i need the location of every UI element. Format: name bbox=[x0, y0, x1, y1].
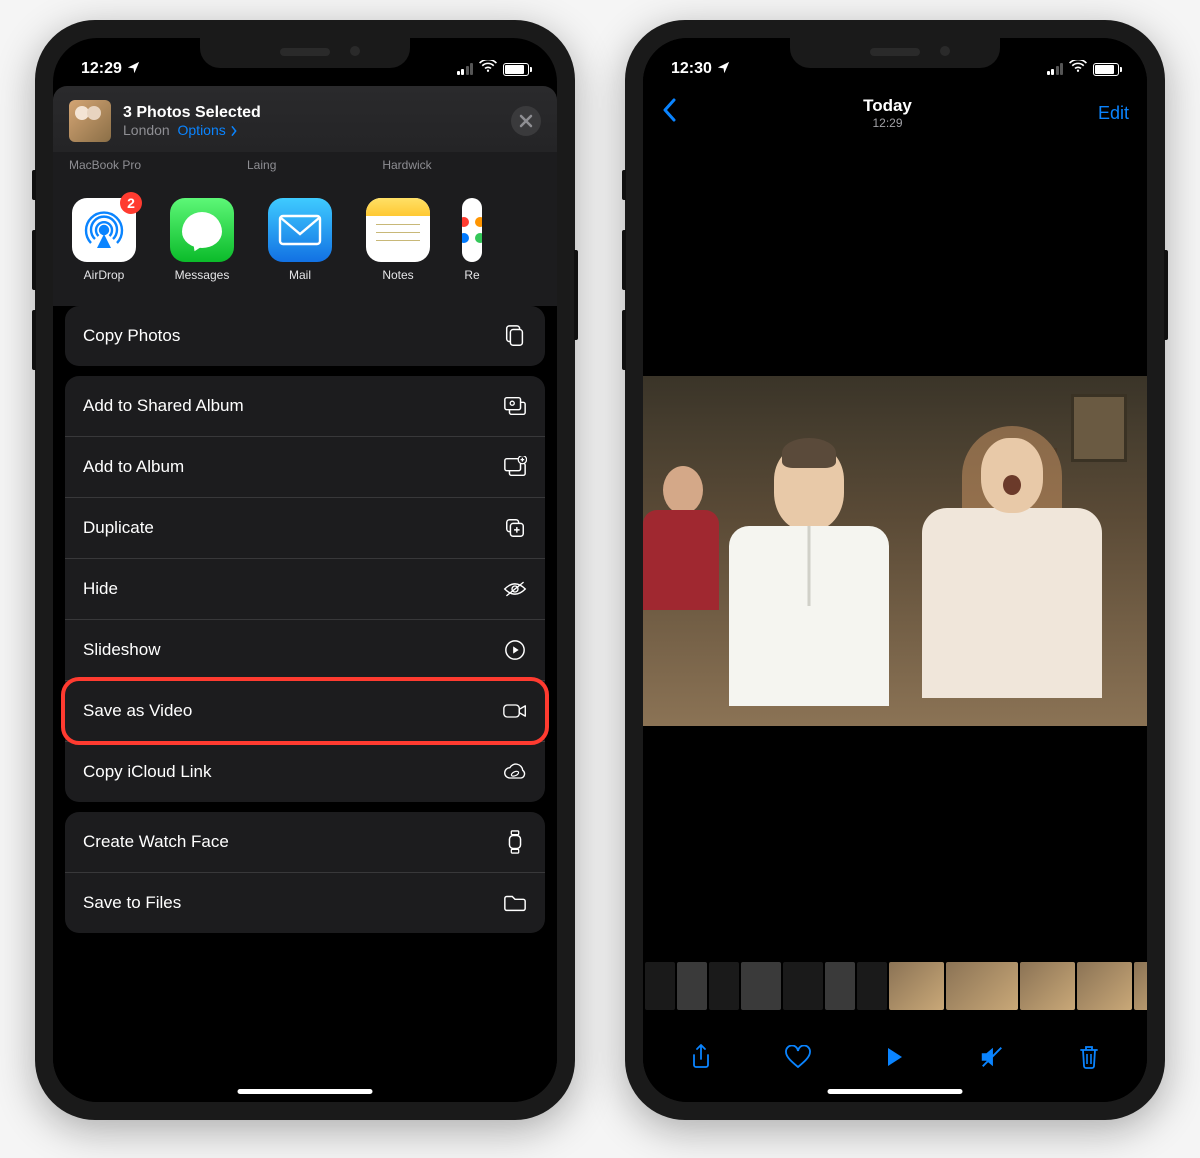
app-airdrop[interactable]: 2 AirDrop bbox=[69, 198, 139, 282]
action-duplicate[interactable]: Duplicate bbox=[65, 498, 545, 559]
edit-button[interactable]: Edit bbox=[1098, 103, 1129, 124]
action-add-shared-album[interactable]: Add to Shared Album bbox=[65, 376, 545, 437]
action-slideshow[interactable]: Slideshow bbox=[65, 620, 545, 681]
add-album-icon bbox=[503, 455, 527, 479]
watch-icon bbox=[503, 830, 527, 854]
battery-icon bbox=[503, 63, 529, 76]
status-time: 12:30 bbox=[671, 60, 712, 78]
share-thumbnail bbox=[69, 100, 111, 142]
play-circle-icon bbox=[503, 638, 527, 662]
action-hide[interactable]: Hide bbox=[65, 559, 545, 620]
hide-icon bbox=[503, 577, 527, 601]
thumbnail-strip[interactable] bbox=[643, 962, 1147, 1014]
airdrop-targets-row: MacBook Pro Laing Hardwick bbox=[53, 152, 557, 182]
signal-icon bbox=[1047, 63, 1064, 75]
copy-icon bbox=[503, 324, 527, 348]
app-reminders[interactable]: Re bbox=[461, 198, 483, 282]
video-icon bbox=[503, 699, 527, 723]
home-indicator[interactable] bbox=[238, 1089, 373, 1094]
thumb[interactable] bbox=[889, 962, 944, 1010]
share-app-row: 2 AirDrop Messages Mail bbox=[53, 182, 557, 306]
badge: 2 bbox=[120, 192, 142, 214]
action-add-album[interactable]: Add to Album bbox=[65, 437, 545, 498]
thumb[interactable] bbox=[1020, 962, 1075, 1010]
thumb[interactable] bbox=[783, 962, 823, 1010]
app-notes[interactable]: Notes bbox=[363, 198, 433, 282]
reminders-icon bbox=[462, 198, 482, 262]
share-title: 3 Photos Selected bbox=[123, 104, 499, 122]
thumb[interactable] bbox=[1134, 962, 1147, 1010]
mute-button[interactable] bbox=[977, 1042, 1007, 1072]
wifi-icon bbox=[1069, 60, 1087, 78]
nav-title: Today bbox=[863, 96, 912, 116]
phone-right: 12:30 Today 12:29 bbox=[625, 20, 1165, 1120]
battery-icon bbox=[1093, 63, 1119, 76]
share-sheet: 3 Photos Selected London Options MacBook… bbox=[53, 38, 557, 1102]
photo-view: Today 12:29 Edit bbox=[643, 38, 1147, 1102]
action-copy-photos[interactable]: Copy Photos bbox=[65, 306, 545, 366]
thumb[interactable] bbox=[741, 962, 781, 1010]
share-button[interactable] bbox=[686, 1042, 716, 1072]
home-indicator[interactable] bbox=[828, 1089, 963, 1094]
location-arrow-icon bbox=[127, 61, 140, 77]
play-button[interactable] bbox=[880, 1042, 910, 1072]
trash-button[interactable] bbox=[1074, 1042, 1104, 1072]
action-save-to-files[interactable]: Save to Files bbox=[65, 873, 545, 933]
thumb[interactable] bbox=[1077, 962, 1132, 1010]
wifi-icon bbox=[479, 60, 497, 78]
back-button[interactable] bbox=[661, 98, 677, 129]
thumb[interactable] bbox=[709, 962, 739, 1010]
close-button[interactable] bbox=[511, 106, 541, 136]
share-subtitle: London Options bbox=[123, 122, 499, 138]
action-copy-icloud-link[interactable]: Copy iCloud Link bbox=[65, 742, 545, 802]
photo-content bbox=[643, 376, 1147, 726]
action-list: Copy Photos Add to Shared Album bbox=[53, 306, 557, 1102]
favorite-button[interactable] bbox=[783, 1042, 813, 1072]
action-save-as-video[interactable]: Save as Video bbox=[65, 681, 545, 742]
notes-icon bbox=[366, 198, 430, 262]
share-header: 3 Photos Selected London Options bbox=[53, 86, 557, 152]
thumb[interactable] bbox=[645, 962, 675, 1010]
messages-icon bbox=[170, 198, 234, 262]
shared-album-icon bbox=[503, 394, 527, 418]
signal-icon bbox=[457, 63, 474, 75]
photo-nav: Today 12:29 Edit bbox=[643, 86, 1147, 140]
phone-left: 12:29 3 Photos Selected London Op bbox=[35, 20, 575, 1120]
nav-subtitle: 12:29 bbox=[863, 116, 912, 130]
cloud-link-icon bbox=[503, 760, 527, 784]
airdrop-icon: 2 bbox=[72, 198, 136, 262]
folder-icon bbox=[503, 891, 527, 915]
duplicate-icon bbox=[503, 516, 527, 540]
notch bbox=[790, 38, 1000, 68]
mail-icon bbox=[268, 198, 332, 262]
notch bbox=[200, 38, 410, 68]
action-create-watch-face[interactable]: Create Watch Face bbox=[65, 812, 545, 873]
thumb[interactable] bbox=[677, 962, 707, 1010]
options-link[interactable]: Options bbox=[178, 122, 238, 138]
thumb[interactable] bbox=[825, 962, 855, 1010]
app-mail[interactable]: Mail bbox=[265, 198, 335, 282]
photo-main[interactable] bbox=[643, 140, 1147, 962]
location-arrow-icon bbox=[717, 61, 730, 77]
thumb-current[interactable] bbox=[946, 962, 1018, 1010]
app-messages[interactable]: Messages bbox=[167, 198, 237, 282]
thumb[interactable] bbox=[857, 962, 887, 1010]
status-time: 12:29 bbox=[81, 60, 122, 78]
